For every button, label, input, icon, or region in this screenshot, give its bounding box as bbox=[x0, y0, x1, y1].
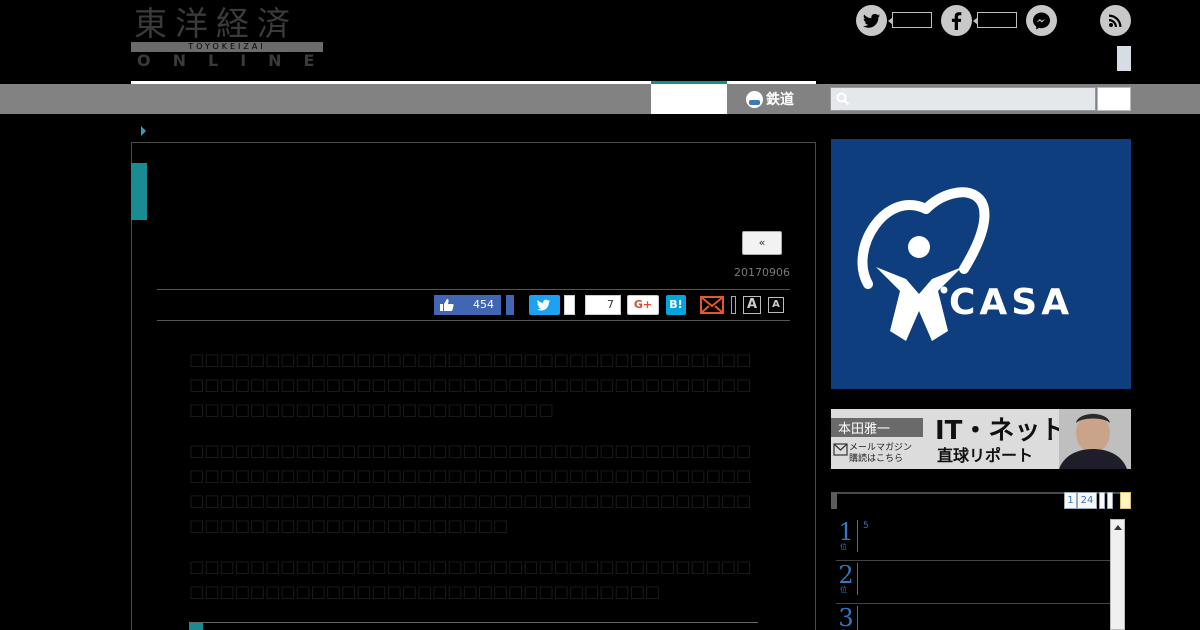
rank-suffix: 位 bbox=[840, 543, 847, 551]
article-date: 20170906 bbox=[734, 266, 790, 279]
banner-author: 本田雅一 bbox=[838, 422, 890, 437]
subheading-accent bbox=[189, 623, 203, 630]
facebook-like-button[interactable]: 454 bbox=[434, 295, 501, 315]
login-button[interactable] bbox=[1117, 46, 1131, 71]
banner-subtitle: 直球リポート bbox=[937, 446, 1033, 465]
twitter-bird-icon bbox=[536, 299, 551, 311]
rank-divider bbox=[857, 520, 858, 552]
pocket-button[interactable]: 7 bbox=[585, 295, 621, 315]
ranking-row[interactable]: 2 位 bbox=[836, 561, 1110, 604]
search-button[interactable] bbox=[1097, 87, 1131, 111]
logo-kanji: 東洋経済 bbox=[134, 4, 298, 43]
rank-divider bbox=[857, 606, 858, 630]
subheading-rule bbox=[189, 622, 758, 623]
font-size-large-button[interactable]: A bbox=[743, 296, 761, 314]
google-plus-button[interactable]: G+ bbox=[627, 295, 659, 315]
back-button[interactable]: « bbox=[742, 231, 782, 255]
ranking-header-mark bbox=[831, 492, 837, 509]
messenger-icon[interactable] bbox=[1026, 5, 1057, 36]
twitter-icon[interactable] bbox=[856, 5, 887, 36]
search-input[interactable] bbox=[830, 87, 1096, 111]
ranking-list: 1 位 5 2 位 3 位 bbox=[836, 518, 1126, 630]
hatena-bookmark-button[interactable]: B! bbox=[666, 295, 686, 315]
ranking-tab-1h[interactable]: 1 bbox=[1064, 492, 1077, 509]
mail-icon[interactable] bbox=[700, 296, 724, 314]
ranking-tab-month[interactable] bbox=[1107, 492, 1113, 509]
rank-number: 3 bbox=[838, 604, 854, 630]
like-count: 454 bbox=[473, 298, 494, 311]
share-rule-top bbox=[157, 289, 790, 290]
ranking-row[interactable]: 1 位 5 bbox=[836, 518, 1110, 561]
logo-online: ONLINE bbox=[137, 51, 337, 70]
nav-tab-active[interactable] bbox=[651, 84, 727, 114]
article-paragraph: □□□□□□□□□□□□□□□□□□□□□□□□□□□□□□□□□□□□□□□□… bbox=[189, 350, 751, 419]
rank-suffix: 位 bbox=[840, 586, 847, 594]
it-net-report-banner[interactable]: 本田雅一 メールマガジン 購読はこちら IT・ネット 直球リポート bbox=[831, 409, 1131, 469]
font-size-small-button[interactable]: A bbox=[768, 297, 784, 313]
banner-subscribe-line2: 購読はこちら bbox=[849, 452, 903, 464]
rank-divider bbox=[857, 563, 858, 595]
breadcrumb-arrow-icon bbox=[141, 126, 146, 136]
title-accent-bar bbox=[131, 163, 147, 220]
nav-tab-railway[interactable]: 鉄道 bbox=[738, 84, 816, 114]
casa-ad-banner[interactable]: CASA bbox=[831, 139, 1131, 389]
print-button[interactable] bbox=[731, 296, 736, 314]
ranking-scrollbar[interactable] bbox=[1110, 519, 1125, 630]
banner-title: IT・ネット bbox=[935, 416, 1066, 446]
train-icon bbox=[746, 90, 763, 108]
ranking-tab-24h[interactable]: 24 bbox=[1077, 492, 1097, 509]
article-paragraph: □□□□□□□□□□□□□□□□□□□□□□□□□□□□□□□□□□□□□□□□… bbox=[189, 441, 751, 535]
search-icon bbox=[836, 92, 850, 106]
facebook-count-box bbox=[973, 12, 1017, 28]
rss-icon[interactable] bbox=[1100, 5, 1131, 36]
article-paragraph: □□□□□□□□□□□□□□□□□□□□□□□□□□□□□□□□□□□□□□□□… bbox=[189, 557, 751, 601]
facebook-icon[interactable] bbox=[941, 5, 972, 36]
ranking-tab-more[interactable] bbox=[1120, 492, 1131, 509]
thumbs-up-icon bbox=[440, 299, 454, 311]
tweet-button[interactable] bbox=[529, 295, 560, 315]
twitter-count-box bbox=[888, 12, 932, 28]
site-logo[interactable]: 東洋経済 TOYOKEIZAI ONLINE bbox=[131, 6, 326, 72]
banner-subscribe-line1: メールマガジン bbox=[849, 442, 912, 453]
author-photo bbox=[1059, 409, 1131, 469]
casa-logo-icon: CASA bbox=[857, 187, 1073, 341]
facebook-share-button[interactable] bbox=[506, 295, 514, 315]
ranking-tab-week[interactable] bbox=[1099, 492, 1105, 509]
casa-wordmark: CASA bbox=[949, 282, 1073, 323]
share-rule-bottom bbox=[157, 320, 790, 321]
rank-title: 5 bbox=[863, 521, 869, 531]
tweet-count-box bbox=[564, 295, 575, 315]
ranking-row[interactable]: 3 位 bbox=[836, 604, 1110, 630]
nav-tab-railway-label: 鉄道 bbox=[766, 92, 794, 108]
